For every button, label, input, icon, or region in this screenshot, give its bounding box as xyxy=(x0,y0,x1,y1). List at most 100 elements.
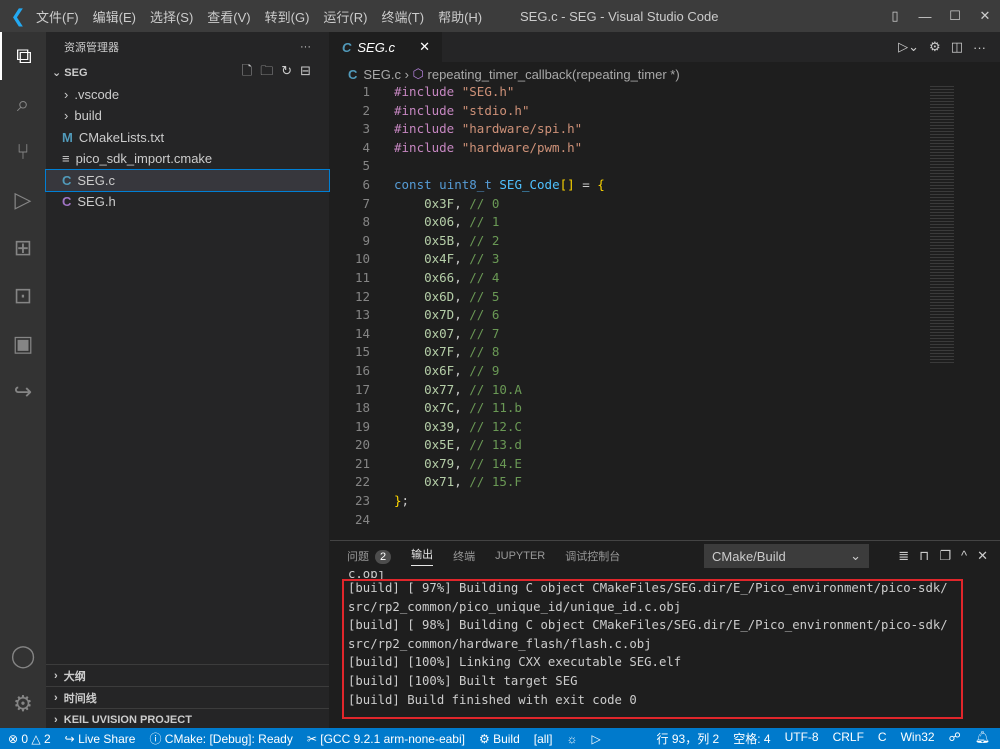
code-text: 0x07, // 7 xyxy=(424,325,500,341)
breadcrumb-file[interactable]: SEG.c xyxy=(363,67,401,82)
indentation[interactable]: 空格: 4 xyxy=(733,730,770,747)
file-item[interactable]: C SEG.h xyxy=(46,191,329,213)
code-line: 1 #include "SEG.h" xyxy=(330,84,605,103)
close-tab-icon[interactable]: ✕ xyxy=(419,39,430,55)
chevron-right-icon: › xyxy=(64,108,69,124)
debug-icon[interactable]: ☼ xyxy=(566,732,577,746)
code-line: 8 0x06, // 1 xyxy=(330,214,605,233)
code-line: 9 0x5B, // 2 xyxy=(330,233,605,252)
file-label: .vscode xyxy=(74,86,120,102)
clear-output-icon[interactable]: ≣ xyxy=(898,548,909,564)
live-share-status[interactable]: ↪ Live Share xyxy=(65,732,136,746)
panel-tab[interactable]: 输出 xyxy=(411,546,434,566)
keil-project-section[interactable]: › KEIL UVISION PROJECT xyxy=(46,708,329,730)
code-line: 20 0x5E, // 13.d xyxy=(330,437,605,456)
panel-tab[interactable]: JUPYTER xyxy=(495,550,545,562)
file-item[interactable]: › build xyxy=(46,105,329,127)
remote-explorer-icon[interactable]: ▣ xyxy=(0,320,46,368)
file-item[interactable]: M CMakeLists.txt xyxy=(46,127,329,149)
run-code-icon[interactable]: ▷⌄ xyxy=(898,39,919,55)
split-editor-icon[interactable]: ◫ xyxy=(951,39,963,55)
line-number: 11 xyxy=(354,269,370,285)
terminal-icon[interactable]: ⊡ xyxy=(0,272,46,320)
menu-item[interactable]: 选择(S) xyxy=(150,10,193,25)
menu-item[interactable]: 运行(R) xyxy=(323,10,367,25)
line-number: 17 xyxy=(354,381,370,397)
explorer-actions-icons[interactable]: 🗋🗀↻⊟ xyxy=(242,62,319,84)
maximize-button[interactable]: ☐ xyxy=(940,8,970,24)
eol[interactable]: CRLF xyxy=(833,730,864,747)
line-number: 20 xyxy=(354,437,370,453)
line-number: 22 xyxy=(354,474,370,490)
workspace-root[interactable]: ⌄ SEG 🗋🗀↻⊟ xyxy=(46,62,329,84)
line-number: 14 xyxy=(354,325,370,341)
layout-icon[interactable]: ▯ xyxy=(880,8,910,24)
cursor-position[interactable]: 行 93，列 2 xyxy=(657,730,720,747)
line-number: 3 xyxy=(362,121,370,137)
line-number: 9 xyxy=(362,232,370,248)
code-line: 2 #include "stdio.h" xyxy=(330,103,605,122)
search-icon[interactable]: ⌕ xyxy=(0,80,46,128)
file-item[interactable]: › .vscode xyxy=(46,84,329,106)
timeline-section[interactable]: › 时间线 xyxy=(46,686,329,708)
maximize-panel-icon[interactable]: ^ xyxy=(961,548,967,564)
code-text: 0x6F, // 9 xyxy=(424,362,500,378)
close-button[interactable]: ✕ xyxy=(970,8,1000,24)
panel-tab[interactable]: 问题 2 xyxy=(347,548,392,564)
code-editor[interactable]: 1 #include "SEG.h" 2 #include "stdio.h" 3 #in… xyxy=(330,84,605,530)
code-text: 0x5B, // 2 xyxy=(424,232,500,248)
menu-item[interactable]: 文件(F) xyxy=(36,10,79,25)
encoding[interactable]: UTF-8 xyxy=(785,730,819,747)
menu-item[interactable]: 查看(V) xyxy=(207,10,250,25)
target-select[interactable]: [all] xyxy=(534,732,553,746)
code-text: 0x4F, // 3 xyxy=(424,251,500,267)
more-actions-icon[interactable]: ··· xyxy=(300,41,311,53)
problems-status[interactable]: ⊗ 0 △ 2 xyxy=(8,732,51,746)
panel-tab[interactable]: 终端 xyxy=(453,548,475,564)
notifications-icon[interactable]: 🔔︎ xyxy=(975,730,990,747)
menu-item[interactable]: 编辑(E) xyxy=(93,10,136,25)
source-control-icon[interactable]: ⑂ xyxy=(0,128,46,176)
language-mode[interactable]: C xyxy=(878,730,887,747)
extensions-icon[interactable]: ⊞ xyxy=(0,224,46,272)
build-button[interactable]: ⚙ Build xyxy=(479,732,520,746)
explorer-icon[interactable]: ⧉ xyxy=(0,32,46,80)
minimize-button[interactable]: — xyxy=(910,9,940,24)
code-line: 24 xyxy=(330,512,605,531)
menu-item[interactable]: 终端(T) xyxy=(381,10,424,25)
platform[interactable]: Win32 xyxy=(901,730,935,747)
code-line: 23}; xyxy=(330,493,605,512)
code-text: }; xyxy=(394,493,410,509)
feedback-icon[interactable]: ☍ xyxy=(949,730,961,747)
lock-icon[interactable]: ⊓ xyxy=(919,548,929,564)
outline-section[interactable]: › 大纲 xyxy=(46,664,329,686)
cmake-status[interactable]: ⓘ CMake: [Debug]: Ready xyxy=(149,730,292,747)
settings-icon[interactable]: ⚙ xyxy=(929,39,941,55)
editor-area: C SEG.c ✕ ▷⌄ ⚙ ◫ ··· C SEG.c › ⬡ repeating_tim… xyxy=(330,32,1000,540)
breadcrumb-symbol[interactable]: repeating_timer_callback(repeating_timer… xyxy=(428,67,680,82)
file-item[interactable]: C SEG.c xyxy=(45,168,330,192)
live-share-icon[interactable]: ↪ xyxy=(0,368,46,416)
code-line: 6 const uint8_t SEG_Code[] = { xyxy=(330,176,604,196)
settings-gear-icon[interactable]: ⚙ xyxy=(0,680,46,728)
account-icon[interactable]: ◯ xyxy=(0,632,46,680)
minimap[interactable] xyxy=(930,84,954,364)
output-channel-select[interactable]: CMake/Build ⌄ xyxy=(704,544,869,568)
tab-seg-c[interactable]: C SEG.c ✕ xyxy=(330,32,442,62)
highlight-box xyxy=(342,579,963,719)
line-number: 6 xyxy=(362,176,370,192)
panel-tab[interactable]: 调试控制台 xyxy=(565,548,620,564)
kit-status[interactable]: ✂ [GCC 9.2.1 arm-none-eabi] xyxy=(307,732,465,746)
more-icon[interactable]: ··· xyxy=(973,40,986,55)
file-item[interactable]: ≡ pico_sdk_import.cmake xyxy=(46,148,329,170)
copy-icon[interactable]: ❐ xyxy=(939,548,951,564)
code-line: 10 0x4F, // 3 xyxy=(330,251,605,270)
code-text: 0x3F, // 0 xyxy=(424,195,500,211)
run-debug-icon[interactable]: ▷ xyxy=(0,176,46,224)
close-panel-icon[interactable]: ✕ xyxy=(977,548,988,564)
code-text: 0x39, // 12.C xyxy=(424,418,522,434)
menu-item[interactable]: 帮助(H) xyxy=(438,10,482,25)
menu-item[interactable]: 转到(G) xyxy=(265,10,310,25)
c-file-icon: C xyxy=(62,172,72,188)
launch-icon[interactable]: ▷ xyxy=(591,732,600,746)
